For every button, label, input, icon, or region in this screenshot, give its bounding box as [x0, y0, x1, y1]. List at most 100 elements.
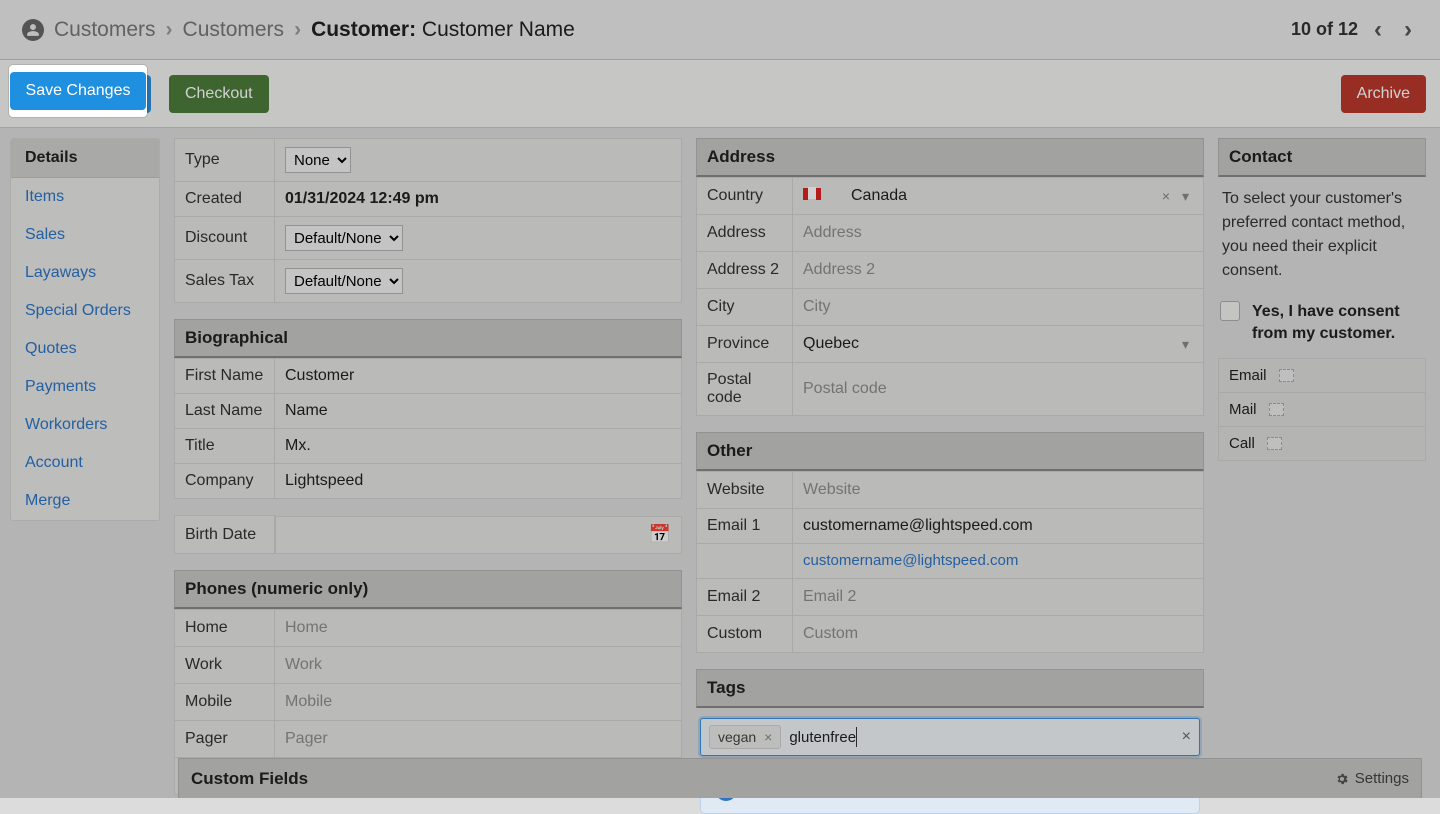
- pref-mail-checkbox[interactable]: [1269, 403, 1284, 416]
- email2-input[interactable]: [793, 579, 1203, 615]
- pref-email-checkbox[interactable]: [1279, 369, 1294, 382]
- created-label: Created: [175, 182, 275, 217]
- birthdate-label: Birth Date: [175, 516, 275, 554]
- save-highlight-box: Save Changes: [9, 65, 147, 117]
- biographical-table: First Name Customer Last Name Name Title…: [174, 358, 682, 499]
- custom-fields-settings[interactable]: Settings: [1335, 770, 1409, 787]
- phone-mobile-label: Mobile: [175, 684, 275, 721]
- canada-flag-icon: [803, 187, 821, 205]
- sidebar-item-layaways[interactable]: Layaways: [11, 254, 159, 292]
- consent-checkbox[interactable]: [1220, 301, 1240, 321]
- address-label: Address: [697, 215, 793, 252]
- remove-tag-icon[interactable]: ×: [764, 729, 772, 745]
- address2-input[interactable]: [793, 252, 1203, 288]
- phone-mobile-input[interactable]: [275, 684, 681, 720]
- email1-label: Email 1: [697, 509, 793, 544]
- pref-row-call: Call: [1218, 427, 1426, 461]
- checkout-button[interactable]: Checkout: [169, 75, 269, 113]
- calendar-icon[interactable]: 📅: [649, 524, 681, 545]
- breadcrumb-second[interactable]: Customers: [183, 18, 285, 42]
- breadcrumb: Customers › Customers › Customer: Custom…: [22, 18, 575, 42]
- address-table: Country Canada × ▾ Address: [696, 177, 1204, 416]
- phones-header: Phones (numeric only): [174, 570, 682, 609]
- tag-chip-vegan: vegan ×: [709, 725, 781, 749]
- sidebar-item-items[interactable]: Items: [11, 178, 159, 216]
- save-button-highlight[interactable]: Save Changes: [10, 72, 147, 110]
- company-label: Company: [175, 464, 275, 499]
- province-select[interactable]: Quebec ▾: [793, 326, 1203, 362]
- text-caret-icon: [856, 727, 857, 747]
- sidebar: Details Items Sales Layaways Special Ord…: [10, 138, 160, 521]
- sidebar-item-special-orders[interactable]: Special Orders: [11, 292, 159, 330]
- sidebar-item-quotes[interactable]: Quotes: [11, 330, 159, 368]
- user-icon: [22, 19, 44, 41]
- type-label: Type: [175, 139, 275, 182]
- sidebar-item-workorders[interactable]: Workorders: [11, 406, 159, 444]
- email2-label: Email 2: [697, 579, 793, 616]
- phone-work-label: Work: [175, 647, 275, 684]
- country-label: Country: [697, 178, 793, 215]
- type-select[interactable]: None: [285, 147, 351, 173]
- contact-message: To select your customer's preferred cont…: [1218, 177, 1426, 297]
- sidebar-item-account[interactable]: Account: [11, 444, 159, 482]
- breadcrumb-root[interactable]: Customers: [54, 18, 156, 42]
- address-input[interactable]: [793, 215, 1203, 251]
- postal-input[interactable]: [793, 371, 1203, 407]
- custom-label: Custom: [697, 616, 793, 653]
- sidebar-item-payments[interactable]: Payments: [11, 368, 159, 406]
- discount-label: Discount: [175, 217, 275, 260]
- action-bar: Save Changes Checkout Archive: [0, 60, 1440, 128]
- gear-icon: [1335, 772, 1349, 786]
- last-name-value[interactable]: Name: [275, 394, 682, 429]
- breadcrumb-current: Customer: Customer Name: [311, 18, 575, 42]
- address-header: Address: [696, 138, 1204, 177]
- email1-value[interactable]: customername@lightspeed.com: [793, 509, 1204, 544]
- contact-header: Contact: [1218, 138, 1426, 177]
- pager-next-icon[interactable]: ›: [1398, 12, 1418, 48]
- pref-row-mail: Mail: [1218, 393, 1426, 427]
- record-pager: 10 of 12 ‹ ›: [1291, 12, 1418, 48]
- archive-button[interactable]: Archive: [1341, 75, 1426, 113]
- country-select[interactable]: Canada × ▾: [793, 178, 1203, 214]
- discount-select[interactable]: Default/None: [285, 225, 403, 251]
- combo-controls-icon[interactable]: × ▾: [1162, 188, 1193, 205]
- biographical-header: Biographical: [174, 319, 682, 358]
- breadcrumb-bar: Customers › Customers › Customer: Custom…: [0, 0, 1440, 60]
- phone-home-label: Home: [175, 610, 275, 647]
- city-input[interactable]: [793, 289, 1203, 325]
- phone-pager-input[interactable]: [275, 721, 681, 757]
- chevron-down-icon[interactable]: ▾: [1182, 336, 1193, 353]
- custom-input[interactable]: [793, 616, 1203, 652]
- address2-label: Address 2: [697, 252, 793, 289]
- pref-call-checkbox[interactable]: [1267, 437, 1282, 450]
- birthdate-input[interactable]: [276, 517, 649, 553]
- website-label: Website: [697, 472, 793, 509]
- custom-fields-header: Custom Fields Settings: [178, 758, 1422, 798]
- tags-typing-text: glutenfree: [789, 729, 856, 746]
- pager-prev-icon[interactable]: ‹: [1368, 12, 1388, 48]
- chevron-right-icon: ›: [166, 18, 173, 42]
- first-name-value[interactable]: Customer: [275, 359, 682, 394]
- details-table: Type None Created 01/31/2024 12:49 pm Di…: [174, 138, 682, 303]
- phone-home-input[interactable]: [275, 610, 681, 646]
- clear-tags-icon[interactable]: ×: [1182, 728, 1191, 746]
- consent-label: Yes, I have consent from my customer.: [1252, 301, 1424, 346]
- salestax-select[interactable]: Default/None: [285, 268, 403, 294]
- province-label: Province: [697, 326, 793, 363]
- website-input[interactable]: [793, 472, 1203, 508]
- sidebar-item-sales[interactable]: Sales: [11, 216, 159, 254]
- birthdate-table: Birth Date 📅: [174, 515, 682, 554]
- phone-pager-label: Pager: [175, 721, 275, 758]
- tags-input-box[interactable]: vegan × glutenfree ×: [700, 718, 1200, 756]
- company-value[interactable]: Lightspeed: [275, 464, 682, 499]
- phone-work-input[interactable]: [275, 647, 681, 683]
- first-name-label: First Name: [175, 359, 275, 394]
- salestax-label: Sales Tax: [175, 260, 275, 303]
- email1-link[interactable]: customername@lightspeed.com: [803, 552, 1018, 569]
- other-header: Other: [696, 432, 1204, 471]
- title-value[interactable]: Mx.: [275, 429, 682, 464]
- sidebar-item-details[interactable]: Details: [11, 139, 159, 178]
- chevron-right-icon: ›: [294, 18, 301, 42]
- city-label: City: [697, 289, 793, 326]
- sidebar-item-merge[interactable]: Merge: [11, 482, 159, 520]
